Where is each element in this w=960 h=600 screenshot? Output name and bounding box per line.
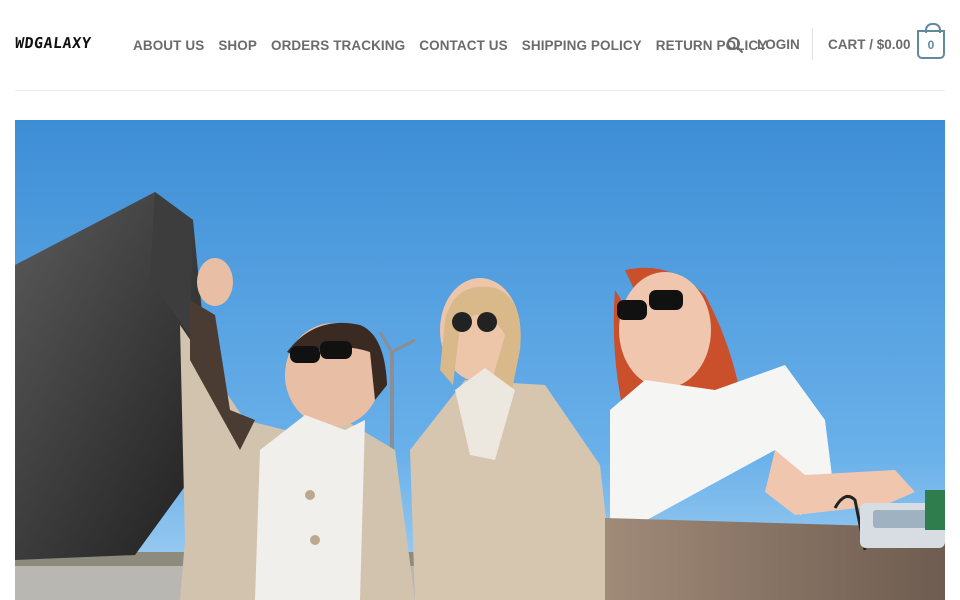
search-icon[interactable] [726, 36, 744, 54]
hero-photo [15, 120, 945, 600]
header-separator [15, 90, 945, 91]
cart-count-badge[interactable]: 0 [917, 23, 945, 59]
nav-item-return-policy[interactable]: RETURN POLICY [649, 38, 775, 53]
nav-item-contact-us[interactable]: CONTACT US [412, 38, 515, 53]
cart-count: 0 [927, 37, 935, 52]
nav-item-orders-tracking[interactable]: ORDERS TRACKING [264, 38, 412, 53]
hero-banner [15, 120, 945, 600]
nav-item-about-us[interactable]: ABOUT US [126, 38, 211, 53]
login-link[interactable]: LOGIN [757, 37, 800, 52]
header-divider [812, 28, 813, 60]
main-nav: ABOUT US SHOP ORDERS TRACKING CONTACT US… [126, 30, 774, 60]
site-logo[interactable]: WDGALAXY [14, 34, 92, 52]
cart-link[interactable]: CART / $0.00 [828, 37, 911, 52]
nav-item-shop[interactable]: SHOP [211, 38, 264, 53]
nav-item-shipping-policy[interactable]: SHIPPING POLICY [515, 38, 649, 53]
site-header: WDGALAXY ABOUT US SHOP ORDERS TRACKING C… [0, 0, 960, 90]
